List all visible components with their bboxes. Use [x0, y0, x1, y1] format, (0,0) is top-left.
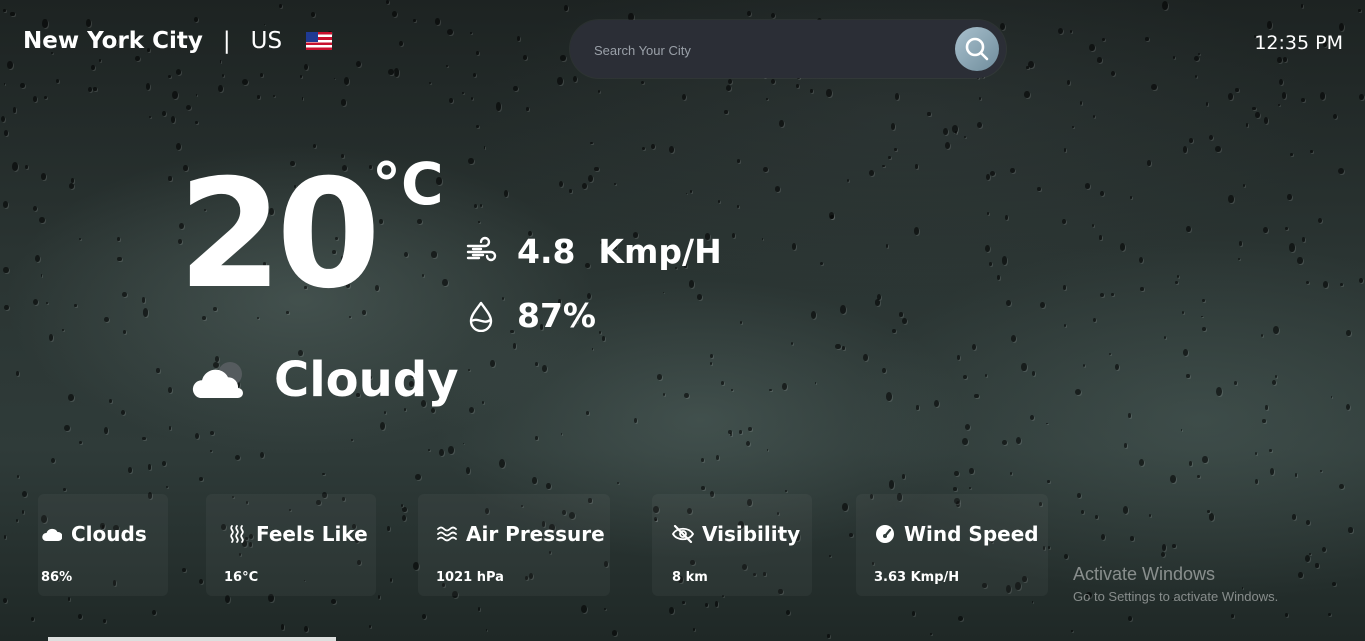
- location-separator: |: [222, 28, 231, 54]
- search-bar: [570, 20, 1006, 78]
- cloud-icon: [190, 358, 250, 402]
- detail-value: 16°C: [224, 570, 259, 585]
- eye-slash-icon: [672, 523, 694, 545]
- wind-icon: [465, 236, 497, 268]
- condition-label: Cloudy: [274, 352, 459, 408]
- detail-card-visibility: Visibility 8 km: [652, 494, 812, 596]
- detail-card-feels-like: Feels Like 16°C: [206, 494, 376, 596]
- detail-title: Wind Speed: [904, 522, 1039, 546]
- detail-title: Clouds: [71, 522, 147, 546]
- weather-condition: Cloudy: [190, 352, 458, 408]
- gauge-icon: [874, 523, 896, 545]
- detail-value: 1021 hPa: [436, 570, 504, 585]
- droplet-icon: [465, 300, 497, 332]
- temperature-value: 20: [178, 148, 381, 322]
- country-code: US: [250, 28, 283, 54]
- detail-card-clouds: Clouds 86%: [38, 494, 168, 596]
- location: New York City | US: [23, 28, 333, 54]
- detail-card-wind-speed: Wind Speed 3.63 Kmp/H: [856, 494, 1048, 596]
- wind-stat: 4.8 Kmp/H: [465, 232, 722, 271]
- top-bar: New York City | US 12:35 PM: [0, 0, 1365, 90]
- city-name: New York City: [23, 28, 203, 54]
- cloud-icon: [41, 523, 63, 545]
- detail-title: Feels Like: [256, 522, 368, 546]
- waves-icon: [436, 523, 458, 545]
- us-flag-icon: [306, 32, 333, 50]
- detail-value: 8 km: [672, 570, 708, 585]
- detail-title: Air Pressure: [466, 522, 605, 546]
- watermark-subtitle: Go to Settings to activate Windows.: [1073, 589, 1279, 604]
- horizontal-scrollbar[interactable]: [48, 637, 336, 641]
- temperature-unit: °C: [372, 150, 444, 218]
- wind-value: 4.8 Kmp/H: [517, 232, 722, 271]
- watermark-title: Activate Windows: [1073, 564, 1216, 584]
- heat-waves-icon: [226, 523, 248, 545]
- detail-value: 86%: [41, 570, 73, 585]
- detail-value: 3.63 Kmp/H: [874, 570, 960, 585]
- detail-title: Visibility: [702, 522, 801, 546]
- windows-activation-watermark: Activate Windows Go to Settings to activ…: [1073, 564, 1278, 604]
- humidity-value: 87%: [517, 296, 596, 335]
- detail-card-air-pressure: Air Pressure 1021 hPa: [418, 494, 610, 596]
- search-icon: [965, 37, 989, 61]
- search-button[interactable]: [955, 27, 999, 71]
- search-input[interactable]: [592, 38, 936, 62]
- current-time: 12:35 PM: [1254, 32, 1343, 54]
- humidity-stat: 87%: [465, 296, 596, 335]
